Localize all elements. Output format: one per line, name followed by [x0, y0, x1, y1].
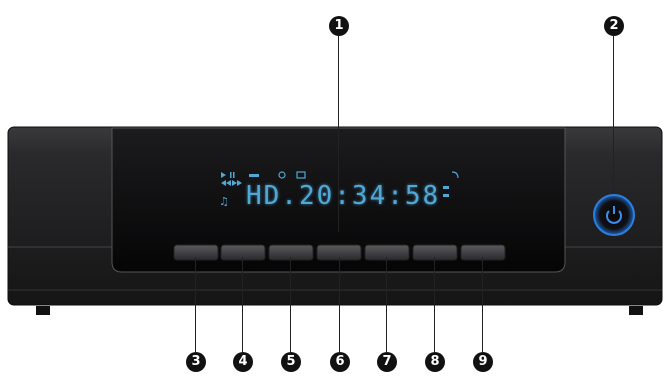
leader-2: [613, 36, 614, 194]
leader-3: [195, 257, 196, 352]
button-4[interactable]: [220, 244, 266, 261]
button-3[interactable]: [173, 244, 219, 261]
callout-1: 1: [329, 16, 349, 36]
hdmi-icon: [443, 186, 449, 189]
button-5[interactable]: [268, 244, 314, 261]
music-note-icon: ♫: [219, 195, 229, 208]
left-foot: [36, 306, 50, 315]
leader-1: [338, 36, 339, 232]
callout-8: 8: [425, 352, 445, 372]
right-foot: [629, 306, 643, 315]
button-7[interactable]: [364, 244, 410, 261]
button-9[interactable]: [460, 244, 506, 261]
callout-3: 3: [186, 352, 206, 372]
button-8[interactable]: [412, 244, 458, 261]
callout-6: 6: [330, 352, 350, 372]
callout-5: 5: [281, 352, 301, 372]
callout-7: 7: [377, 352, 397, 372]
callout-4: 4: [233, 352, 253, 372]
diagram-stage: ♫ HD.20:34:58 1 2 3 4 5 6 7 8 9: [0, 0, 667, 378]
callout-2: 2: [604, 16, 624, 36]
leader-8: [434, 257, 435, 352]
leader-9: [482, 257, 483, 352]
leader-4: [242, 257, 243, 352]
leader-7: [386, 257, 387, 352]
power-button[interactable]: [593, 194, 635, 236]
leader-5: [290, 257, 291, 352]
usb-icon: [249, 174, 259, 177]
pause-icon: [230, 172, 232, 178]
leader-6: [339, 257, 340, 352]
display-readout: HD.20:34:58: [246, 181, 441, 211]
callout-9: 9: [473, 352, 493, 372]
